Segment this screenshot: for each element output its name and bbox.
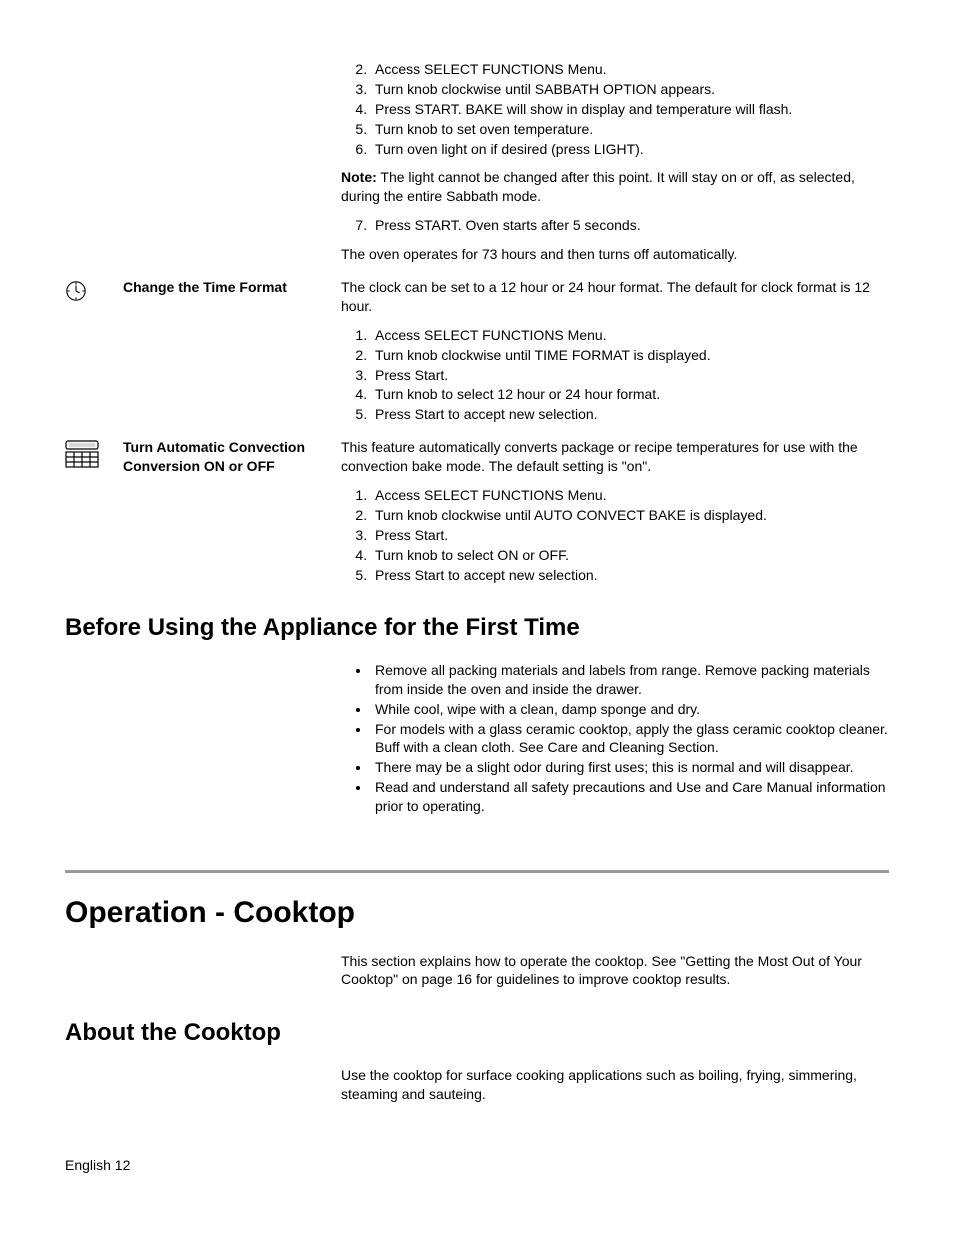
time-format-steps: Access SELECT FUNCTIONS Menu. Turn knob … [341, 326, 889, 424]
time-format-intro: The clock can be set to a 12 hour or 24 … [341, 278, 889, 316]
before-using-heading: Before Using the Appliance for the First… [65, 612, 889, 644]
operation-intro-text: This section explains how to operate the… [341, 952, 889, 990]
list-item: Access SELECT FUNCTIONS Menu. [371, 326, 889, 345]
time-format-row: Change the Time Format The clock can be … [65, 278, 889, 434]
operation-cooktop-heading: Operation - Cooktop [65, 893, 889, 934]
list-item: Turn oven light on if desired (press LIG… [371, 140, 889, 159]
list-item: Press Start to accept new selection. [371, 566, 889, 585]
auto-convect-row: Turn Automatic Convection Conversion ON … [65, 438, 889, 594]
sabbath-steps-list-cont: Press START. Oven starts after 5 seconds… [341, 216, 889, 235]
list-item: While cool, wipe with a clean, damp spon… [371, 700, 889, 719]
section-divider [65, 870, 889, 873]
list-item: Access SELECT FUNCTIONS Menu. [371, 486, 889, 505]
list-item: There may be a slight odor during first … [371, 758, 889, 777]
auto-convect-label: Turn Automatic Convection Conversion ON … [123, 438, 341, 594]
sabbath-note: Note: The light cannot be changed after … [341, 168, 889, 206]
list-item: Press START. Oven starts after 5 seconds… [371, 216, 889, 235]
list-item: Turn knob to select 12 hour or 24 hour f… [371, 385, 889, 404]
list-item: Turn knob clockwise until AUTO CONVECT B… [371, 506, 889, 525]
list-item: Press START. BAKE will show in display a… [371, 100, 889, 119]
page-footer: English 12 [65, 1156, 130, 1175]
list-item: For models with a glass ceramic cooktop,… [371, 720, 889, 758]
oven-grid-icon [65, 455, 99, 471]
list-item: Press Start. [371, 366, 889, 385]
list-item: Turn knob clockwise until TIME FORMAT is… [371, 346, 889, 365]
list-item: Read and understand all safety precautio… [371, 778, 889, 816]
list-item: Press Start. [371, 526, 889, 545]
list-item: Access SELECT FUNCTIONS Menu. [371, 60, 889, 79]
sabbath-steps-row: Access SELECT FUNCTIONS Menu. Turn knob … [65, 60, 889, 274]
about-cooktop-text: Use the cooktop for surface cooking appl… [341, 1066, 889, 1104]
before-using-row: Remove all packing materials and labels … [65, 661, 889, 826]
auto-convect-steps: Access SELECT FUNCTIONS Menu. Turn knob … [341, 486, 889, 584]
sabbath-after-text: The oven operates for 73 hours and then … [341, 245, 889, 264]
clock-icon [65, 289, 87, 305]
sabbath-steps-list: Access SELECT FUNCTIONS Menu. Turn knob … [341, 60, 889, 158]
list-item: Turn knob clockwise until SABBATH OPTION… [371, 80, 889, 99]
note-label: Note: [341, 169, 377, 185]
list-item: Press Start to accept new selection. [371, 405, 889, 424]
about-cooktop-heading: About the Cooktop [65, 1017, 889, 1049]
operation-intro-row: This section explains how to operate the… [65, 952, 889, 1000]
note-text: The light cannot be changed after this p… [341, 169, 855, 204]
before-using-list: Remove all packing materials and labels … [341, 661, 889, 816]
list-item: Turn knob to select ON or OFF. [371, 546, 889, 565]
about-cooktop-row: Use the cooktop for surface cooking appl… [65, 1066, 889, 1114]
auto-convect-intro: This feature automatically converts pack… [341, 438, 889, 476]
list-item: Remove all packing materials and labels … [371, 661, 889, 699]
time-format-label: Change the Time Format [123, 278, 341, 434]
list-item: Turn knob to set oven temperature. [371, 120, 889, 139]
